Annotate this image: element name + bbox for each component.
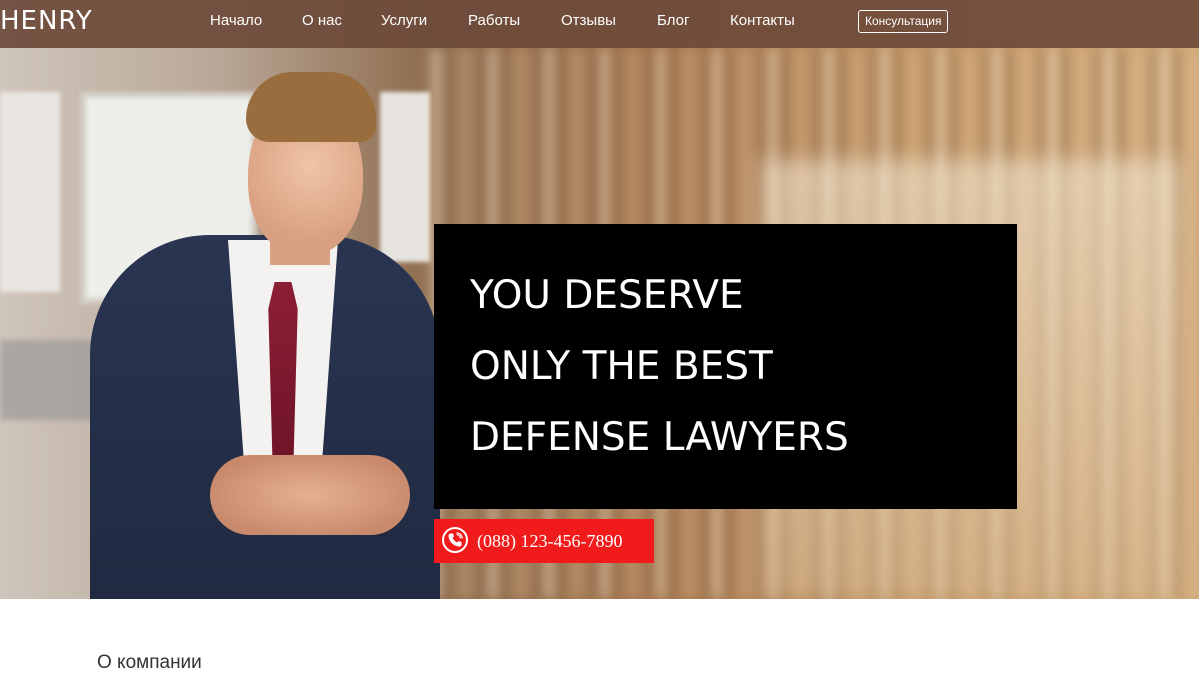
- nav-item-about[interactable]: О нас: [302, 12, 342, 30]
- lawyer-hair: [246, 72, 376, 142]
- site-logo[interactable]: HENRY: [0, 6, 93, 36]
- nav-item-home[interactable]: Начало: [210, 12, 262, 30]
- nav-item-reviews[interactable]: Отзывы: [561, 12, 616, 30]
- hero-headline-box: YOU DESERVE ONLY THE BEST DEFENSE LAWYER…: [434, 224, 1017, 509]
- headline-line-3: DEFENSE LAWYERS: [470, 415, 849, 460]
- headline-line-1: YOU DESERVE: [470, 273, 744, 318]
- hero-photo-window-left: [0, 92, 60, 292]
- phone-call-button[interactable]: (088) 123-456-7890: [434, 519, 654, 563]
- nav-item-contacts[interactable]: Контакты: [730, 12, 795, 30]
- headline-line-2: ONLY THE BEST: [470, 344, 773, 389]
- about-section-title: О компании: [97, 652, 202, 673]
- phone-icon: [442, 527, 468, 553]
- phone-number: (088) 123-456-7890: [477, 531, 623, 551]
- nav-item-blog[interactable]: Блог: [657, 12, 689, 30]
- nav-item-works[interactable]: Работы: [468, 12, 520, 30]
- top-navbar: HENRY Начало О нас Услуги Работы Отзывы …: [0, 0, 1199, 48]
- consultation-button[interactable]: Консультация: [858, 10, 949, 33]
- hero-photo-window-right: [380, 92, 430, 262]
- nav-item-services[interactable]: Услуги: [381, 12, 427, 30]
- lawyer-hands: [210, 455, 410, 535]
